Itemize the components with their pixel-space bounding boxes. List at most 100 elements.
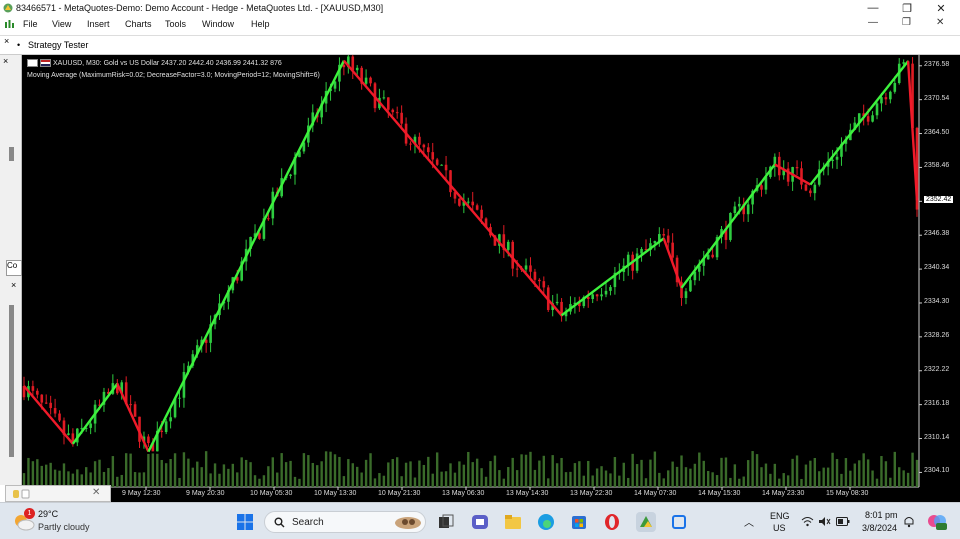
- volume-bar: [915, 459, 919, 487]
- chart-area[interactable]: XAUUSD, M30: Gold vs US Dollar 2437.20 2…: [22, 55, 960, 502]
- menu-view[interactable]: View: [52, 19, 71, 29]
- bottom-tab-close[interactable]: ✕: [92, 487, 100, 498]
- maximize-button[interactable]: ❐: [900, 2, 914, 15]
- store-icon[interactable]: [569, 512, 589, 532]
- copilot-icon[interactable]: [926, 512, 948, 532]
- task-view-icon[interactable]: [436, 512, 456, 532]
- battery-icon[interactable]: [836, 517, 850, 526]
- volume-bar: [498, 470, 501, 487]
- volume-bar: [773, 463, 777, 487]
- candle-body: [760, 185, 763, 190]
- volume-bar: [356, 466, 359, 487]
- candle-body: [595, 294, 599, 297]
- volume-bar: [884, 461, 888, 487]
- candle-body: [835, 156, 839, 160]
- price-tick-label: 2322.22: [924, 365, 950, 373]
- volume-bar: [698, 452, 701, 487]
- candle-body: [662, 234, 666, 236]
- volume-bar: [778, 478, 781, 487]
- volume-bar: [862, 453, 865, 487]
- volume-bar: [560, 457, 563, 487]
- candle-body: [542, 281, 546, 288]
- menu-insert[interactable]: Insert: [87, 19, 110, 29]
- teams-icon[interactable]: [470, 512, 490, 532]
- close-button[interactable]: ✕: [934, 2, 948, 15]
- language-top[interactable]: ENG: [770, 511, 790, 521]
- clock-date[interactable]: 3/8/2024: [862, 523, 897, 533]
- file-explorer-icon[interactable]: [503, 512, 523, 532]
- candle-body: [435, 159, 439, 165]
- clock-time[interactable]: 8:01 pm: [865, 510, 898, 520]
- volume-bar: [835, 459, 839, 487]
- zigzag-up-segment: [71, 383, 119, 445]
- zigzag-up-segment: [680, 163, 776, 289]
- mdi-close-button[interactable]: ✕: [936, 17, 944, 28]
- volume-bar: [533, 469, 537, 487]
- price-tick-label: 2328.26: [924, 331, 950, 339]
- side-panel-close-bottom[interactable]: ×: [11, 280, 16, 290]
- menu-charts[interactable]: Charts: [125, 19, 152, 29]
- volume-bar: [706, 470, 710, 487]
- volume-bar: [524, 454, 528, 487]
- volume-bar: [151, 453, 155, 487]
- side-tab-label: Co: [7, 261, 18, 270]
- volume-bar: [440, 471, 443, 487]
- menu-bar: File View Insert Charts Tools Window Hel…: [0, 17, 960, 33]
- side-panel-close-top[interactable]: ×: [3, 56, 8, 66]
- side-tab-partial[interactable]: Co: [6, 260, 22, 276]
- volume-bar: [240, 457, 243, 487]
- side-scrollbar-thumb-top[interactable]: [9, 147, 14, 161]
- taskbar-search[interactable]: Search: [264, 511, 426, 533]
- candle-body: [729, 212, 732, 240]
- volume-muted-icon[interactable]: [818, 516, 831, 527]
- candle-body: [893, 83, 897, 92]
- volume-bar: [715, 475, 719, 487]
- windows-start-icon[interactable]: [235, 512, 255, 532]
- weather-desc[interactable]: Partly cloudy: [38, 522, 90, 532]
- candle-body: [36, 390, 39, 395]
- candle-body: [422, 144, 426, 148]
- volume-bar: [129, 453, 132, 487]
- minimize-button[interactable]: —: [866, 2, 880, 14]
- opera-icon[interactable]: [602, 512, 622, 532]
- volume-bar: [98, 459, 101, 487]
- strategy-tester-label[interactable]: Strategy Tester: [28, 40, 88, 50]
- menu-help[interactable]: Help: [251, 19, 270, 29]
- price-tick-label: 2316.18: [924, 399, 950, 407]
- tester-close-button[interactable]: ×: [4, 36, 9, 46]
- language-bottom[interactable]: US: [773, 523, 786, 533]
- volume-bar: [813, 457, 817, 487]
- volume-bar: [724, 457, 728, 487]
- candle-body: [169, 417, 172, 422]
- edge-icon[interactable]: [536, 512, 556, 532]
- weather-temp[interactable]: 29°C: [38, 509, 58, 519]
- side-scrollbar-thumb-bottom[interactable]: [9, 305, 14, 457]
- wifi-icon[interactable]: [801, 516, 814, 527]
- volume-bar: [93, 461, 97, 487]
- metatrader-icon[interactable]: [636, 512, 656, 532]
- volume-bar: [875, 478, 879, 487]
- volume-bar: [435, 452, 439, 487]
- candle-body: [809, 190, 812, 194]
- bottom-tab[interactable]: ✕: [5, 485, 111, 502]
- menu-window[interactable]: Window: [202, 19, 234, 29]
- volume-bar: [662, 478, 665, 487]
- notification-bell-icon[interactable]: [903, 515, 915, 528]
- mdi-restore-button[interactable]: ❐: [902, 17, 911, 28]
- terminal-app-icon[interactable]: [669, 512, 689, 532]
- menu-tools[interactable]: Tools: [165, 19, 186, 29]
- mdi-minimize-button[interactable]: —: [868, 17, 878, 28]
- volume-bar: [133, 472, 137, 487]
- volume-bar: [298, 478, 301, 487]
- candle-body: [515, 268, 519, 270]
- volume-bar: [320, 461, 323, 487]
- candle-body: [800, 168, 803, 185]
- menu-file[interactable]: File: [23, 19, 38, 29]
- volume-bar: [231, 463, 235, 487]
- volume-bar: [351, 463, 354, 487]
- volume-bar: [635, 464, 639, 487]
- volume-bar: [156, 453, 159, 487]
- candle-body: [471, 201, 475, 206]
- price-chart[interactable]: [22, 55, 960, 502]
- tray-overflow-chevron[interactable]: ︿: [744, 514, 754, 529]
